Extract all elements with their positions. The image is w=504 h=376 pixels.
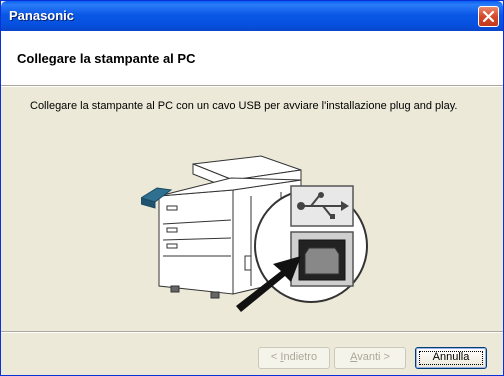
printer-usb-illustration xyxy=(141,155,368,312)
back-button-prefix: < xyxy=(270,351,281,363)
header-divider xyxy=(1,86,503,87)
usb-port-icon xyxy=(290,231,354,287)
back-button-rest: ndietro xyxy=(283,351,318,363)
usb-icon xyxy=(290,185,354,227)
window-title: Panasonic xyxy=(9,8,75,23)
cancel-button[interactable]: Annulla xyxy=(415,347,487,369)
instruction-text: Collegare la stampante al PC con un cavo… xyxy=(30,100,458,112)
wizard-header: Collegare la stampante al PC xyxy=(1,31,503,86)
focus-rectangle xyxy=(419,351,483,365)
page-title: Collegare la stampante al PC xyxy=(17,51,196,66)
next-button-rest: vanti > xyxy=(357,351,390,363)
footer-divider-highlight xyxy=(1,332,503,333)
dialog-window: Panasonic Collegare la stampante al PC C… xyxy=(0,0,504,376)
close-button[interactable] xyxy=(478,6,499,27)
close-icon xyxy=(482,10,495,23)
back-button[interactable]: < Indietro xyxy=(258,347,330,369)
title-bar[interactable]: Panasonic xyxy=(1,1,503,31)
next-button[interactable]: Avanti > xyxy=(334,347,406,369)
